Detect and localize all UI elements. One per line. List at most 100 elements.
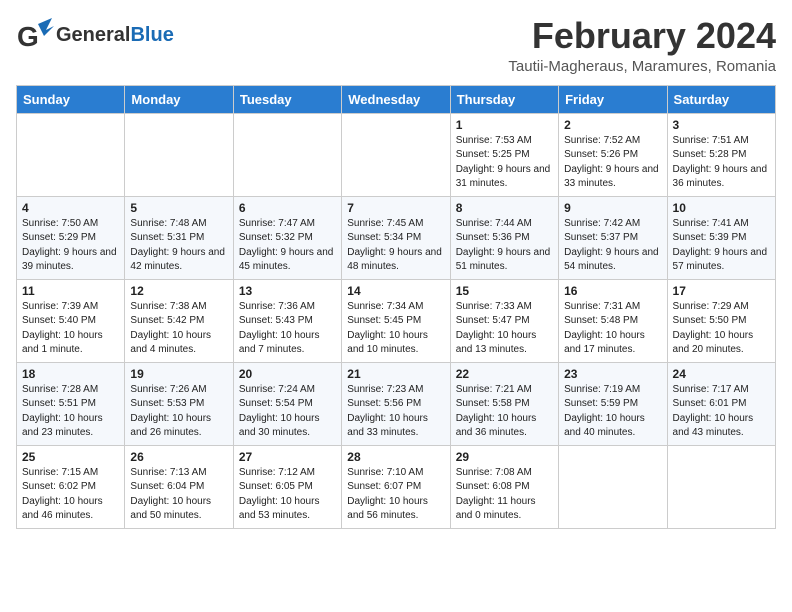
calendar-cell: 25Sunrise: 7:15 AMSunset: 6:02 PMDayligh…	[17, 445, 125, 528]
weekday-header: Tuesday	[233, 85, 341, 113]
day-number: 27	[239, 450, 336, 464]
day-details: Sunrise: 7:52 AMSunset: 5:26 PMDaylight:…	[564, 134, 661, 192]
month-title: February 2024	[508, 16, 776, 56]
day-details: Sunrise: 7:12 AMSunset: 6:05 PMDaylight:…	[239, 466, 336, 524]
calendar-cell: 26Sunrise: 7:13 AMSunset: 6:04 PMDayligh…	[125, 445, 233, 528]
logo-general-text: General	[56, 24, 130, 46]
day-number: 18	[22, 367, 119, 381]
day-details: Sunrise: 7:42 AMSunset: 5:37 PMDaylight:…	[564, 217, 661, 275]
calendar-header-row: SundayMondayTuesdayWednesdayThursdayFrid…	[17, 85, 776, 113]
day-details: Sunrise: 7:48 AMSunset: 5:31 PMDaylight:…	[130, 217, 227, 275]
calendar-cell: 23 Sunrise: 7:19 AMSunset: 5:59 PMDayligh…	[559, 362, 667, 445]
calendar-cell: 10 Sunrise: 7:41 AMSunset: 5:39 PMDayligh…	[667, 196, 775, 279]
logo: G GeneralBlue	[16, 16, 174, 54]
day-details: Sunrise: 7:29 AMSunset: 5:50 PMDaylight:…	[673, 300, 770, 358]
weekday-header: Thursday	[450, 85, 558, 113]
day-number: 6	[239, 201, 336, 215]
calendar-week-row: 4Sunrise: 7:50 AMSunset: 5:29 PMDaylight…	[17, 196, 776, 279]
day-number: 23	[564, 367, 661, 381]
calendar-week-row: 1 Sunrise: 7:53 AMSunset: 5:25 PMDaylight…	[17, 113, 776, 196]
calendar-table: SundayMondayTuesdayWednesdayThursdayFrid…	[16, 85, 776, 529]
calendar-cell	[17, 113, 125, 196]
day-number: 8	[456, 201, 553, 215]
day-details: Sunrise: 7:44 AMSunset: 5:36 PMDaylight:…	[456, 217, 553, 275]
day-number: 20	[239, 367, 336, 381]
day-number: 13	[239, 284, 336, 298]
calendar-cell: 3Sunrise: 7:51 AMSunset: 5:28 PMDaylight…	[667, 113, 775, 196]
day-number: 10	[673, 201, 770, 215]
day-details: Sunrise: 7:26 AMSunset: 5:53 PMDaylight:…	[130, 383, 227, 441]
day-number: 1	[456, 118, 553, 132]
day-details: Sunrise: 7:15 AMSunset: 6:02 PMDaylight:…	[22, 466, 119, 524]
day-details: Sunrise: 7:23 AMSunset: 5:56 PMDaylight:…	[347, 383, 444, 441]
weekday-header: Wednesday	[342, 85, 450, 113]
day-details: Sunrise: 7:28 AMSunset: 5:51 PMDaylight:…	[22, 383, 119, 441]
day-number: 14	[347, 284, 444, 298]
calendar-week-row: 25Sunrise: 7:15 AMSunset: 6:02 PMDayligh…	[17, 445, 776, 528]
title-area: February 2024 Tautii-Magheraus, Maramure…	[508, 16, 776, 75]
header: G GeneralBlue February 2024 Tautii-Maghe…	[16, 16, 776, 75]
logo-icon: G	[16, 16, 54, 54]
calendar-week-row: 11Sunrise: 7:39 AMSunset: 5:40 PMDayligh…	[17, 279, 776, 362]
day-details: Sunrise: 7:50 AMSunset: 5:29 PMDaylight:…	[22, 217, 119, 275]
calendar-cell	[667, 445, 775, 528]
calendar-cell	[559, 445, 667, 528]
day-number: 24	[673, 367, 770, 381]
day-details: Sunrise: 7:38 AMSunset: 5:42 PMDaylight:…	[130, 300, 227, 358]
day-details: Sunrise: 7:47 AMSunset: 5:32 PMDaylight:…	[239, 217, 336, 275]
day-details: Sunrise: 7:31 AMSunset: 5:48 PMDaylight:…	[564, 300, 661, 358]
calendar-cell: 27 Sunrise: 7:12 AMSunset: 6:05 PMDayligh…	[233, 445, 341, 528]
day-number: 28	[347, 450, 444, 464]
calendar-cell	[125, 113, 233, 196]
calendar-cell: 28Sunrise: 7:10 AMSunset: 6:07 PMDayligh…	[342, 445, 450, 528]
calendar-cell: 5 Sunrise: 7:48 AMSunset: 5:31 PMDaylight…	[125, 196, 233, 279]
day-number: 3	[673, 118, 770, 132]
day-number: 7	[347, 201, 444, 215]
calendar-cell: 19 Sunrise: 7:26 AMSunset: 5:53 PMDayligh…	[125, 362, 233, 445]
day-number: 21	[347, 367, 444, 381]
day-details: Sunrise: 7:53 AMSunset: 5:25 PMDaylight:…	[456, 134, 553, 192]
day-details: Sunrise: 7:45 AMSunset: 5:34 PMDaylight:…	[347, 217, 444, 275]
calendar-cell: 13 Sunrise: 7:36 AMSunset: 5:43 PMDayligh…	[233, 279, 341, 362]
calendar-cell	[342, 113, 450, 196]
calendar-cell: 6 Sunrise: 7:47 AMSunset: 5:32 PMDaylight…	[233, 196, 341, 279]
weekday-header: Sunday	[17, 85, 125, 113]
day-number: 11	[22, 284, 119, 298]
day-details: Sunrise: 7:34 AMSunset: 5:45 PMDaylight:…	[347, 300, 444, 358]
calendar-cell: 14 Sunrise: 7:34 AMSunset: 5:45 PMDayligh…	[342, 279, 450, 362]
calendar-cell: 2Sunrise: 7:52 AMSunset: 5:26 PMDaylight…	[559, 113, 667, 196]
day-details: Sunrise: 7:19 AMSunset: 5:59 PMDaylight:…	[564, 383, 661, 441]
calendar-cell: 4Sunrise: 7:50 AMSunset: 5:29 PMDaylight…	[17, 196, 125, 279]
day-number: 15	[456, 284, 553, 298]
calendar-cell: 22Sunrise: 7:21 AMSunset: 5:58 PMDayligh…	[450, 362, 558, 445]
calendar-cell: 24 Sunrise: 7:17 AMSunset: 6:01 PMDayligh…	[667, 362, 775, 445]
calendar-cell: 17 Sunrise: 7:29 AMSunset: 5:50 PMDayligh…	[667, 279, 775, 362]
day-number: 9	[564, 201, 661, 215]
calendar-cell: 20 Sunrise: 7:24 AMSunset: 5:54 PMDayligh…	[233, 362, 341, 445]
calendar-cell: 12Sunrise: 7:38 AMSunset: 5:42 PMDayligh…	[125, 279, 233, 362]
day-details: Sunrise: 7:24 AMSunset: 5:54 PMDaylight:…	[239, 383, 336, 441]
day-number: 26	[130, 450, 227, 464]
calendar-cell: 29Sunrise: 7:08 AMSunset: 6:08 PMDayligh…	[450, 445, 558, 528]
weekday-header: Monday	[125, 85, 233, 113]
day-number: 5	[130, 201, 227, 215]
calendar-week-row: 18 Sunrise: 7:28 AMSunset: 5:51 PMDayligh…	[17, 362, 776, 445]
calendar-cell: 15 Sunrise: 7:33 AMSunset: 5:47 PMDayligh…	[450, 279, 558, 362]
day-details: Sunrise: 7:41 AMSunset: 5:39 PMDaylight:…	[673, 217, 770, 275]
calendar-cell: 11Sunrise: 7:39 AMSunset: 5:40 PMDayligh…	[17, 279, 125, 362]
location-subtitle: Tautii-Magheraus, Maramures, Romania	[508, 58, 776, 75]
day-details: Sunrise: 7:36 AMSunset: 5:43 PMDaylight:…	[239, 300, 336, 358]
svg-text:G: G	[17, 21, 39, 52]
calendar-cell: 8 Sunrise: 7:44 AMSunset: 5:36 PMDaylight…	[450, 196, 558, 279]
logo-blue-text: Blue	[130, 24, 173, 46]
day-number: 17	[673, 284, 770, 298]
calendar-cell	[233, 113, 341, 196]
day-details: Sunrise: 7:21 AMSunset: 5:58 PMDaylight:…	[456, 383, 553, 441]
calendar-cell: 9 Sunrise: 7:42 AMSunset: 5:37 PMDaylight…	[559, 196, 667, 279]
day-details: Sunrise: 7:17 AMSunset: 6:01 PMDaylight:…	[673, 383, 770, 441]
calendar-cell: 1 Sunrise: 7:53 AMSunset: 5:25 PMDaylight…	[450, 113, 558, 196]
calendar-cell: 21 Sunrise: 7:23 AMSunset: 5:56 PMDayligh…	[342, 362, 450, 445]
day-details: Sunrise: 7:33 AMSunset: 5:47 PMDaylight:…	[456, 300, 553, 358]
calendar-cell: 16Sunrise: 7:31 AMSunset: 5:48 PMDayligh…	[559, 279, 667, 362]
day-number: 19	[130, 367, 227, 381]
